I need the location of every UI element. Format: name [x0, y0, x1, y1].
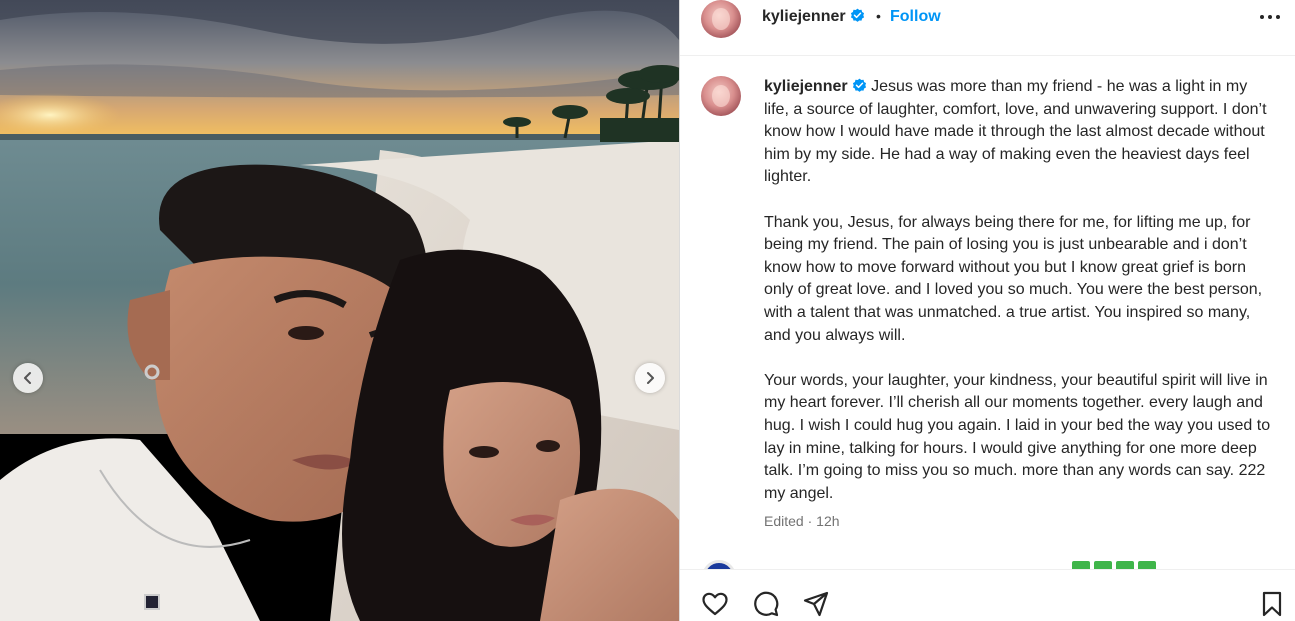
- beach-selfie-image: [0, 0, 679, 621]
- author-username-text[interactable]: kyliejenner: [762, 8, 846, 25]
- caption-username-text[interactable]: kyliejenner: [764, 78, 848, 95]
- comment-emoji-row: [1072, 561, 1156, 569]
- commenter-avatar[interactable]: [702, 560, 736, 569]
- emoji-icon: [1138, 561, 1156, 569]
- edited-separator: ·: [803, 513, 817, 529]
- verified-badge-icon: [850, 8, 864, 22]
- comment-preview-clipped: [680, 555, 1295, 569]
- more-options-icon[interactable]: [1258, 10, 1282, 24]
- caption-area: kyliejenner Jesus was more than my frien…: [680, 56, 1295, 566]
- post-header: kyliejenner • Follow: [680, 0, 1295, 56]
- caption-text: kyliejenner Jesus was more than my frien…: [764, 76, 1274, 505]
- edited-timestamp: Edited · 12h: [764, 513, 840, 529]
- caption-username[interactable]: kyliejenner: [764, 78, 867, 95]
- post-actions-bar: [680, 569, 1295, 621]
- emoji-icon: [1116, 561, 1134, 569]
- comment-icon[interactable]: [752, 590, 780, 618]
- edited-time[interactable]: 12h: [816, 513, 839, 529]
- share-icon[interactable]: [802, 590, 830, 618]
- verified-badge-icon: [852, 78, 866, 92]
- author-username[interactable]: kyliejenner: [762, 8, 865, 26]
- next-photo-button[interactable]: [635, 363, 665, 393]
- post-details-panel: kyliejenner • Follow kyliejenner Jesus w…: [679, 0, 1295, 621]
- heart-icon[interactable]: [701, 590, 729, 618]
- chevron-right-icon: [647, 372, 654, 384]
- header-separator: •: [876, 8, 881, 24]
- previous-photo-button[interactable]: [13, 363, 43, 393]
- bookmark-icon[interactable]: [1258, 590, 1286, 618]
- caption-author-avatar[interactable]: [701, 76, 741, 116]
- caption-paragraph-2: Thank you, Jesus, for always being there…: [764, 213, 1267, 344]
- chevron-left-icon: [24, 372, 31, 384]
- caption-paragraph-3: Your words, your laughter, your kindness…: [764, 371, 1275, 502]
- post-photo: [0, 0, 679, 621]
- emoji-icon: [1094, 561, 1112, 569]
- author-avatar[interactable]: [701, 0, 741, 38]
- emoji-icon: [1072, 561, 1090, 569]
- edited-label: Edited: [764, 513, 804, 529]
- follow-button[interactable]: Follow: [890, 8, 941, 26]
